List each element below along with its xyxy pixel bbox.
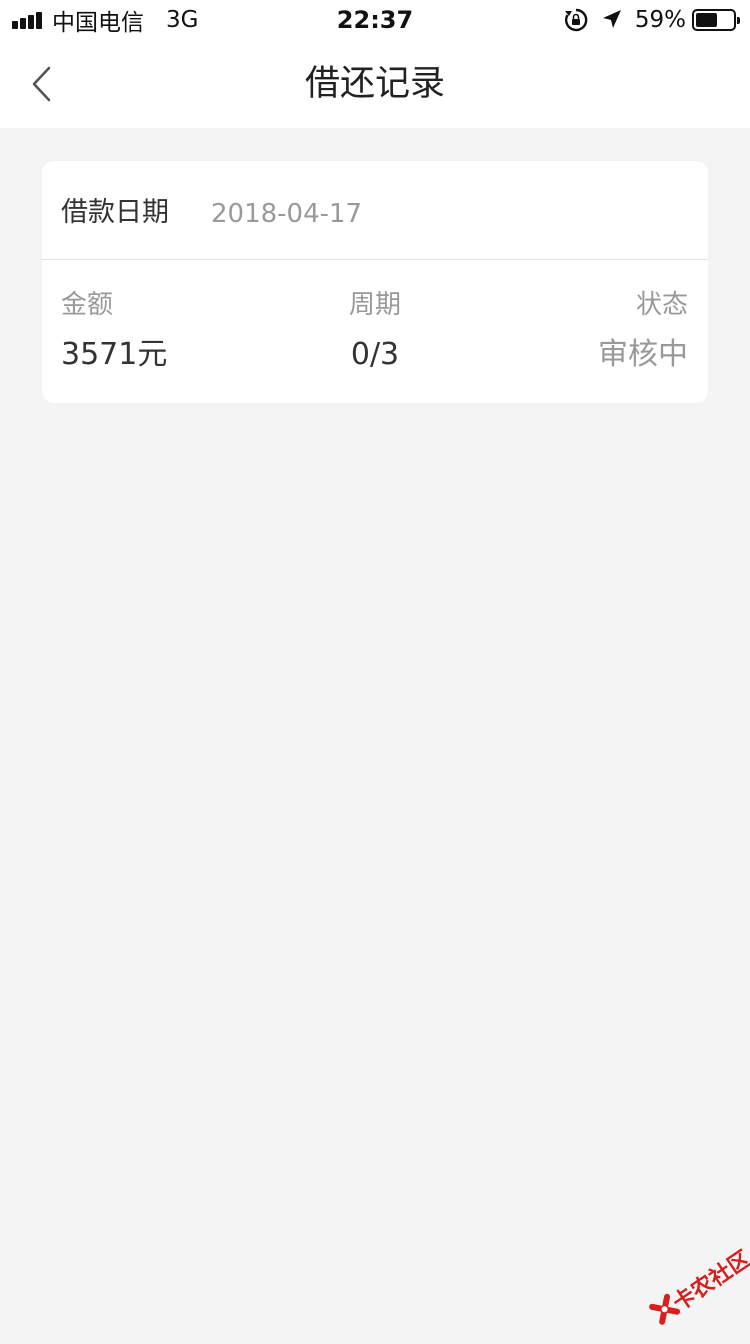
amount-label: 金额 xyxy=(61,290,114,320)
watermark-text: 卡农社区 xyxy=(668,1246,750,1317)
amount-column: 金额 3571元 xyxy=(61,292,167,370)
page-title: 借还记录 xyxy=(304,64,445,104)
loan-date-value: 2018-04-17 xyxy=(211,199,363,229)
period-value: 0/3 xyxy=(350,337,400,372)
status-bar: 中国电信 3G 22:37 59% xyxy=(0,0,750,40)
loan-date-label: 借款日期 xyxy=(61,197,169,228)
status-column: 状态 审核中 xyxy=(598,292,688,370)
orientation-lock-icon xyxy=(564,8,588,32)
status-value: 审核中 xyxy=(598,337,688,372)
status-label: 状态 xyxy=(635,290,688,320)
nav-bar: 借还记录 xyxy=(0,40,750,128)
loan-record-card[interactable]: 借款日期 2018-04-17 金额 3571元 周期 0/3 状态 审核中 xyxy=(42,161,708,403)
status-right: 59% xyxy=(563,0,740,40)
location-arrow-icon xyxy=(602,10,621,28)
amount-value: 3571元 xyxy=(61,337,168,372)
battery-level-fill xyxy=(696,13,717,27)
period-label: 周期 xyxy=(348,290,401,320)
period-column: 周期 0/3 xyxy=(275,292,475,370)
record-date-row: 借款日期 2018-04-17 xyxy=(42,161,708,260)
watermark: 卡农社区 xyxy=(634,1236,750,1344)
battery-percent: 59% xyxy=(634,7,686,33)
battery-icon xyxy=(692,9,740,31)
